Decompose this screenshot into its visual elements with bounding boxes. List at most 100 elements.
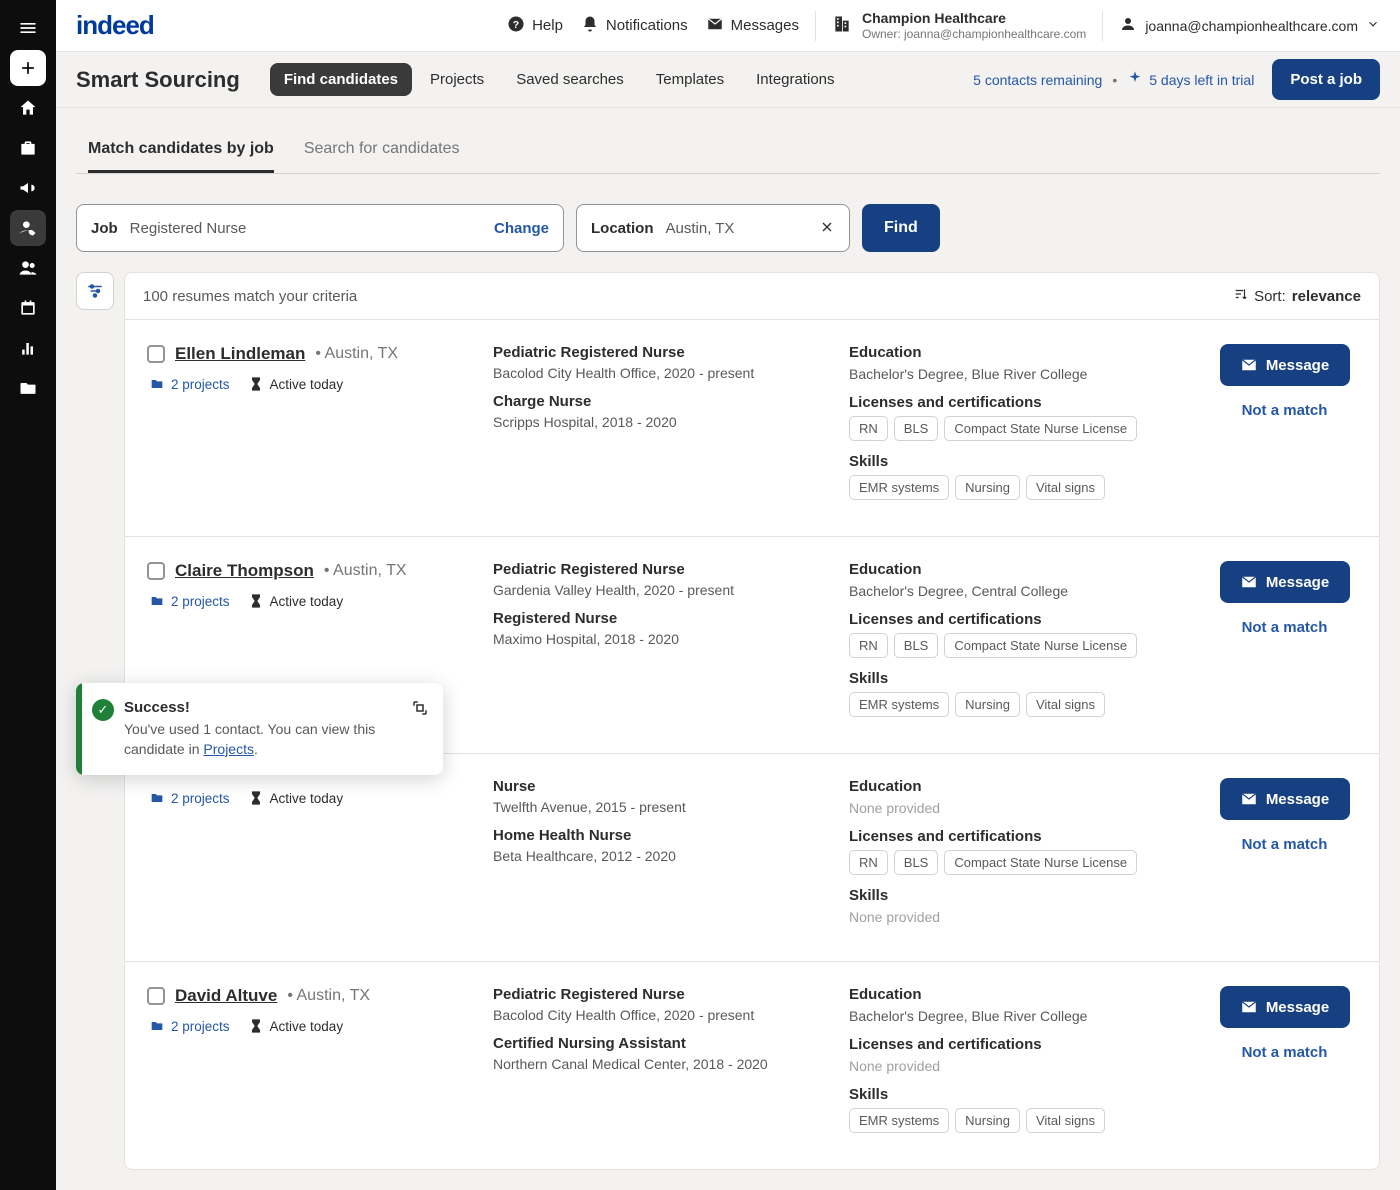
tab-search-candidates[interactable]: Search for candidates bbox=[304, 128, 460, 173]
tab-match-by-job[interactable]: Match candidates by job bbox=[88, 128, 274, 173]
license-chip: BLS bbox=[894, 633, 939, 658]
user-icon bbox=[1119, 15, 1137, 36]
page-title: Smart Sourcing bbox=[76, 67, 240, 93]
experience-detail: Northern Canal Medical Center, 2018 - 20… bbox=[493, 1056, 833, 1072]
experience-detail: Beta Healthcare, 2012 - 2020 bbox=[493, 848, 833, 864]
indeed-logo: indeed bbox=[76, 10, 154, 41]
projects-link[interactable]: 2 projects bbox=[149, 790, 230, 806]
tab-saved-searches[interactable]: Saved searches bbox=[502, 63, 638, 96]
experience-title: Pediatric Registered Nurse bbox=[493, 986, 833, 1003]
contacts-remaining[interactable]: 5 contacts remaining bbox=[973, 72, 1102, 88]
projects-link[interactable]: 2 projects bbox=[149, 376, 230, 392]
job-value: Registered Nurse bbox=[130, 220, 494, 237]
licenses-label: Licenses and certifications bbox=[849, 828, 1196, 845]
find-button[interactable]: Find bbox=[862, 204, 940, 252]
skill-chip: EMR systems bbox=[849, 692, 949, 717]
messages-link[interactable]: Messages bbox=[706, 15, 799, 37]
tab-projects[interactable]: Projects bbox=[416, 63, 498, 96]
chevron-down-icon bbox=[1366, 17, 1380, 34]
not-a-match-link[interactable]: Not a match bbox=[1242, 1044, 1328, 1061]
skills-label: Skills bbox=[849, 1086, 1196, 1103]
tab-find-candidates[interactable]: Find candidates bbox=[270, 63, 412, 96]
plus-icon[interactable] bbox=[10, 50, 46, 86]
folder-icon[interactable] bbox=[10, 370, 46, 406]
candidate-location: • Austin, TX bbox=[324, 562, 407, 580]
home-icon[interactable] bbox=[10, 90, 46, 126]
education-label: Education bbox=[849, 561, 1196, 578]
briefcase-icon[interactable] bbox=[10, 130, 46, 166]
building-icon bbox=[832, 14, 852, 37]
person-search-icon[interactable] bbox=[10, 210, 46, 246]
toast-message: You've used 1 contact. You can view this… bbox=[124, 720, 401, 759]
message-button[interactable]: Message bbox=[1220, 561, 1350, 603]
skill-chip: Nursing bbox=[955, 475, 1020, 500]
experience-detail: Scripps Hospital, 2018 - 2020 bbox=[493, 414, 833, 430]
tab-integrations[interactable]: Integrations bbox=[742, 63, 848, 96]
projects-link[interactable]: 2 projects bbox=[149, 1018, 230, 1034]
education-value: Bachelor's Degree, Blue River College bbox=[849, 366, 1196, 382]
analytics-icon[interactable] bbox=[10, 330, 46, 366]
education-value: Bachelor's Degree, Blue River College bbox=[849, 1008, 1196, 1024]
experience-detail: Twelfth Avenue, 2015 - present bbox=[493, 799, 833, 815]
toast-projects-link[interactable]: Projects bbox=[203, 741, 254, 757]
clear-location-icon[interactable] bbox=[819, 219, 835, 238]
filter-button[interactable] bbox=[76, 272, 114, 310]
svg-text:?: ? bbox=[513, 18, 519, 30]
trial-days-left[interactable]: 5 days left in trial bbox=[1127, 70, 1254, 89]
post-job-button[interactable]: Post a job bbox=[1272, 59, 1380, 100]
company-selector[interactable]: Champion Healthcare Owner: joanna@champi… bbox=[832, 10, 1086, 41]
candidate-name[interactable]: David Altuve bbox=[175, 986, 277, 1006]
company-name: Champion Healthcare bbox=[862, 10, 1086, 27]
select-candidate-checkbox[interactable] bbox=[147, 987, 165, 1005]
check-icon: ✓ bbox=[92, 699, 114, 721]
candidate-card: David Altuve • Austin, TX 2 projects Act… bbox=[125, 962, 1379, 1169]
help-link[interactable]: ? Help bbox=[507, 15, 563, 37]
not-a-match-link[interactable]: Not a match bbox=[1242, 402, 1328, 419]
menu-icon[interactable] bbox=[10, 10, 46, 46]
not-a-match-link[interactable]: Not a match bbox=[1242, 619, 1328, 636]
message-button[interactable]: Message bbox=[1220, 344, 1350, 386]
experience-title: Registered Nurse bbox=[493, 610, 833, 627]
skills-label: Skills bbox=[849, 453, 1196, 470]
user-menu[interactable]: joanna@championhealthcare.com bbox=[1119, 15, 1380, 36]
success-toast: ✓ Success! You've used 1 contact. You ca… bbox=[76, 683, 443, 775]
candidate-name[interactable]: Claire Thompson bbox=[175, 561, 314, 581]
location-value: Austin, TX bbox=[666, 220, 820, 237]
experience-detail: Bacolod City Health Office, 2020 - prese… bbox=[493, 365, 833, 381]
activity-status: Active today bbox=[248, 593, 344, 609]
location-search-box: Location Austin, TX bbox=[576, 204, 850, 252]
company-owner: Owner: joanna@championhealthcare.com bbox=[862, 27, 1086, 41]
skill-chip: Nursing bbox=[955, 1108, 1020, 1133]
experience-title: Pediatric Registered Nurse bbox=[493, 561, 833, 578]
license-chip: Compact State Nurse License bbox=[944, 416, 1137, 441]
experience-title: Certified Nursing Assistant bbox=[493, 1035, 833, 1052]
top-header: indeed ? Help Notifications Messages Cha… bbox=[56, 0, 1400, 52]
message-button[interactable]: Message bbox=[1220, 778, 1350, 820]
results-count: 100 resumes match your criteria bbox=[143, 288, 357, 305]
expand-toast-icon[interactable] bbox=[411, 699, 429, 759]
select-candidate-checkbox[interactable] bbox=[147, 345, 165, 363]
toast-title: Success! bbox=[124, 699, 401, 716]
calendar-icon[interactable] bbox=[10, 290, 46, 326]
notifications-link[interactable]: Notifications bbox=[581, 15, 688, 37]
sort-icon bbox=[1234, 287, 1248, 305]
skill-chip: Vital signs bbox=[1026, 475, 1105, 500]
sparkle-icon bbox=[1127, 70, 1143, 89]
projects-link[interactable]: 2 projects bbox=[149, 593, 230, 609]
license-chip: BLS bbox=[894, 850, 939, 875]
job-label: Job bbox=[91, 220, 118, 237]
message-button[interactable]: Message bbox=[1220, 986, 1350, 1028]
candidate-location: • Austin, TX bbox=[287, 987, 370, 1005]
people-icon[interactable] bbox=[10, 250, 46, 286]
change-job-link[interactable]: Change bbox=[494, 220, 549, 237]
candidate-name[interactable]: Ellen Lindleman bbox=[175, 344, 305, 364]
not-a-match-link[interactable]: Not a match bbox=[1242, 836, 1328, 853]
license-chip: RN bbox=[849, 633, 888, 658]
tab-templates[interactable]: Templates bbox=[642, 63, 738, 96]
activity-status: Active today bbox=[248, 790, 344, 806]
sort-control[interactable]: Sort: relevance bbox=[1234, 287, 1361, 305]
activity-status: Active today bbox=[248, 376, 344, 392]
select-candidate-checkbox[interactable] bbox=[147, 562, 165, 580]
megaphone-icon[interactable] bbox=[10, 170, 46, 206]
skill-chip: EMR systems bbox=[849, 475, 949, 500]
